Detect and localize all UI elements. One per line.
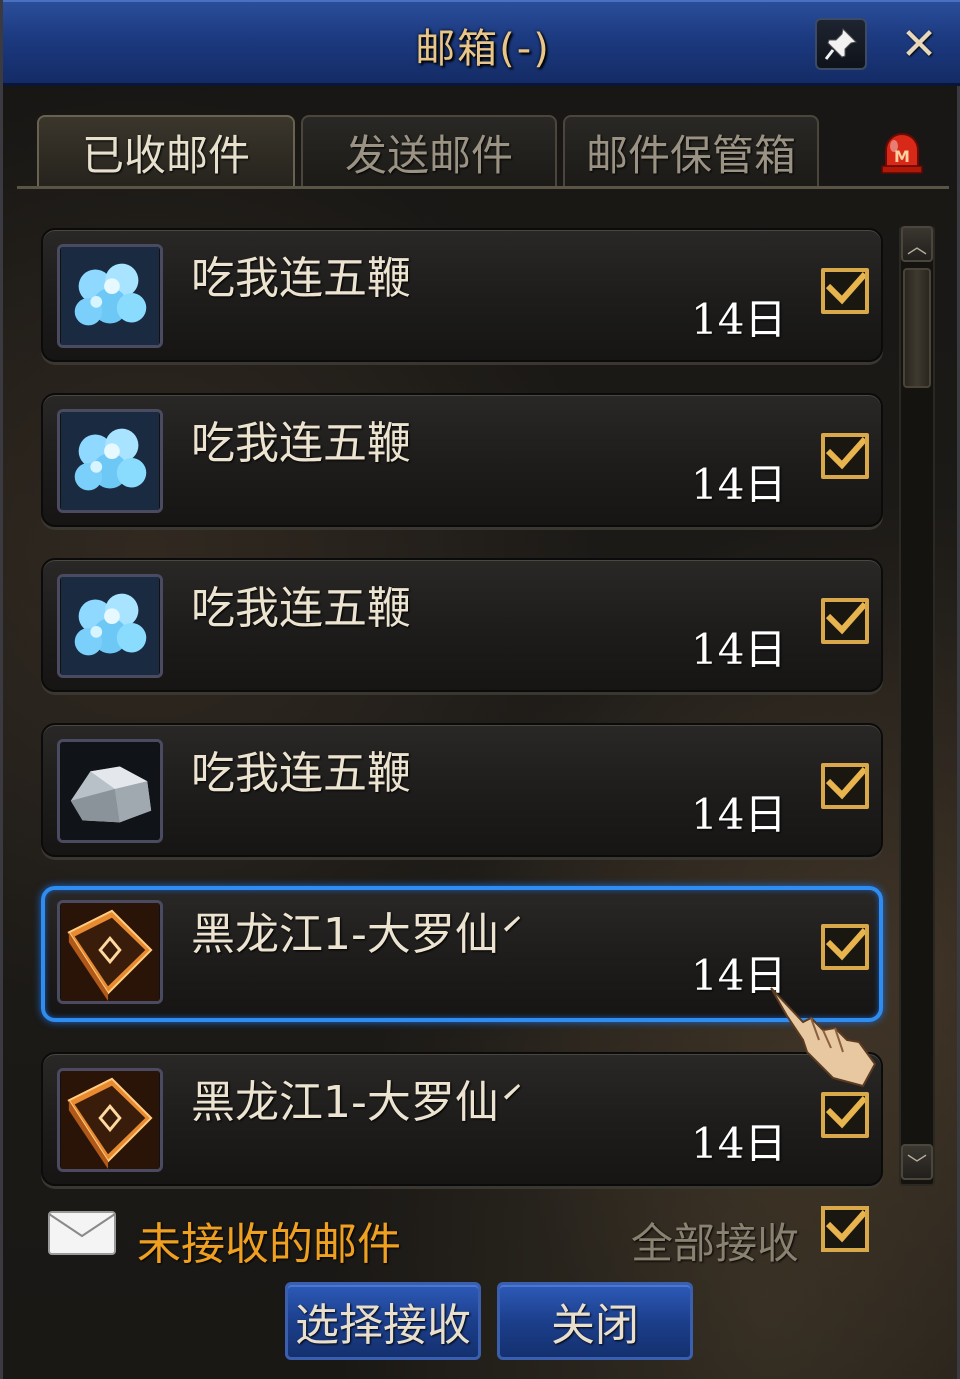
mail-sender: 吃我连五鞭: [191, 253, 411, 304]
mail-checkbox[interactable]: [821, 1092, 869, 1138]
mail-row[interactable]: 吃我连五鞭 14日: [41, 723, 883, 857]
envelope-icon: [48, 1211, 116, 1255]
title-bar[interactable]: 邮箱(-) ✕: [3, 0, 960, 86]
blue-crystal-icon: [57, 409, 163, 513]
mailbox-window: 邮箱(-) ✕ 已收邮件 发送邮件 邮件保管箱 M 吃我连五鞭 14日 吃我连五…: [0, 0, 960, 1379]
checkmark-icon: [825, 272, 865, 305]
tab-mail-storage[interactable]: 邮件保管箱: [563, 115, 819, 187]
pin-icon: [824, 27, 858, 60]
mail-sender: 吃我连五鞭: [191, 748, 411, 799]
mail-row[interactable]: 吃我连五鞭 14日: [41, 393, 883, 527]
blue-crystal-icon: [57, 244, 163, 348]
checkmark-icon: [825, 1096, 865, 1129]
pin-button[interactable]: [815, 18, 867, 70]
close-button[interactable]: 关闭: [497, 1282, 693, 1360]
mail-sender: 吃我连五鞭: [191, 583, 411, 634]
mail-row-selected[interactable]: 黑龙江1-大罗仙́ 14日: [41, 886, 883, 1022]
tab-label: 邮件保管箱: [585, 130, 796, 180]
mail-date: 14日: [691, 790, 787, 839]
mail-date: 14日: [691, 460, 787, 509]
blue-crystal-icon: [57, 574, 163, 678]
mail-row[interactable]: 吃我连五鞭 14日: [41, 228, 883, 362]
close-icon[interactable]: ✕: [893, 18, 945, 70]
alarm-icon[interactable]: M: [878, 128, 926, 174]
tab-divider: [17, 186, 949, 189]
chevron-up-icon: ︿: [907, 233, 927, 258]
hand-cursor-icon: [770, 987, 877, 1088]
mail-date: 14日: [691, 625, 787, 674]
mail-checkbox[interactable]: [821, 598, 869, 644]
receive-all-checkbox[interactable]: [821, 1206, 869, 1252]
tab-label: 发送邮件: [344, 130, 513, 180]
mail-row[interactable]: 吃我连五鞭 14日: [41, 558, 883, 692]
mail-date: 14日: [691, 295, 787, 344]
tab-sent-mail[interactable]: 发送邮件: [301, 115, 557, 187]
tab-received-mail[interactable]: 已收邮件: [37, 115, 295, 187]
checkmark-icon: [825, 437, 865, 470]
mail-sender: 吃我连五鞭: [191, 418, 411, 469]
scroll-up-button[interactable]: ︿: [901, 226, 933, 262]
checkmark-icon: [825, 602, 865, 635]
spellbook-icon: [57, 1068, 163, 1172]
mail-sender: 黑龙江1-大罗仙́: [191, 1077, 499, 1128]
mail-row[interactable]: 黑龙江1-大罗仙́ 14日: [41, 1052, 883, 1186]
select-receive-button[interactable]: 选择接收: [285, 1282, 481, 1360]
checkmark-icon: [825, 1210, 865, 1243]
mail-date: 14日: [691, 1119, 787, 1168]
scroll-down-button[interactable]: ﹀: [901, 1144, 933, 1180]
mail-checkbox[interactable]: [821, 924, 869, 970]
checkmark-icon: [825, 928, 865, 961]
mail-sender: 黑龙江1-大罗仙́: [191, 909, 499, 960]
scrollbar-thumb[interactable]: [903, 268, 931, 388]
silver-ore-icon: [57, 739, 163, 843]
receive-all-label[interactable]: 全部接收: [631, 1210, 799, 1271]
mail-checkbox[interactable]: [821, 433, 869, 479]
spellbook-icon: [57, 900, 163, 1004]
checkmark-icon: [825, 767, 865, 800]
mail-checkbox[interactable]: [821, 268, 869, 314]
tab-label: 已收邮件: [81, 130, 250, 180]
mail-checkbox[interactable]: [821, 763, 869, 809]
chevron-down-icon: ﹀: [907, 1151, 927, 1176]
unread-mail-label: 未接收的邮件: [137, 1219, 401, 1270]
